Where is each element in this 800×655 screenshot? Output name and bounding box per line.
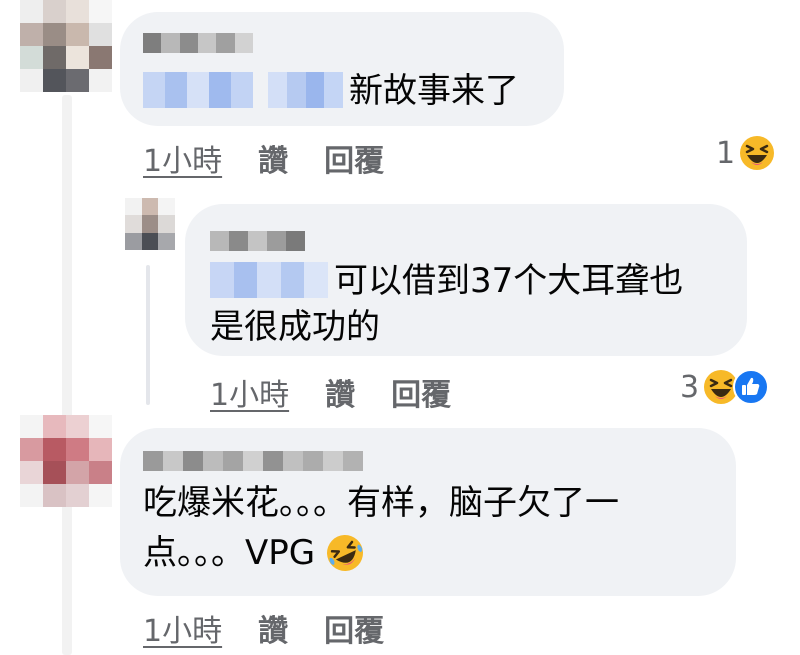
mentioned-user-tag[interactable] — [143, 72, 253, 108]
comment-text-line-2-wrapper: 点。。。VPG — [143, 530, 365, 576]
reply-button[interactable]: 回覆 — [324, 606, 384, 650]
comment-text-line-1: 吃爆米花。。。有样，脑子欠了一 — [143, 483, 619, 523]
reaction-summary[interactable]: 3 — [680, 369, 770, 405]
reply-actions: 1小時 讚 回覆 — [210, 370, 451, 414]
reply-button[interactable]: 回覆 — [391, 370, 451, 414]
avatar[interactable] — [20, 0, 112, 92]
like-emoji-icon — [733, 369, 770, 405]
haha-emoji-icon — [740, 136, 775, 170]
timestamp-link[interactable]: 1小時 — [143, 136, 222, 180]
reaction-count: 3 — [680, 369, 700, 405]
reply-text-line-1: 可以借到37个大耳聋也 — [334, 261, 684, 301]
rolling-on-floor-laughing-emoji-icon — [327, 535, 364, 571]
reply-button[interactable]: 回覆 — [324, 136, 384, 180]
avatar[interactable] — [125, 198, 175, 250]
comment-text: 新故事来了 — [349, 71, 519, 111]
comment-text-line-2: 点。。。VPG — [143, 533, 316, 573]
reply-thread-line — [146, 265, 150, 405]
reaction-count: 1 — [716, 135, 736, 171]
commenter-name[interactable] — [210, 231, 305, 251]
mentioned-user-tag[interactable] — [210, 262, 328, 298]
reply-text-line-2: 是很成功的 — [210, 307, 380, 347]
comment-actions: 1小時 讚 回覆 — [143, 606, 384, 650]
thread-line — [62, 95, 72, 655]
like-button[interactable]: 讚 — [325, 370, 355, 414]
reaction-summary[interactable]: 1 — [716, 135, 775, 171]
commenter-name[interactable] — [143, 451, 363, 471]
timestamp-link[interactable]: 1小時 — [143, 606, 222, 650]
like-button[interactable]: 讚 — [258, 136, 288, 180]
mentioned-user-tag[interactable] — [268, 72, 343, 108]
commenter-name[interactable] — [143, 33, 253, 53]
comment-actions: 1小時 讚 回覆 — [143, 136, 384, 180]
timestamp-link[interactable]: 1小時 — [210, 370, 289, 414]
avatar[interactable] — [20, 415, 112, 507]
like-button[interactable]: 讚 — [258, 606, 288, 650]
